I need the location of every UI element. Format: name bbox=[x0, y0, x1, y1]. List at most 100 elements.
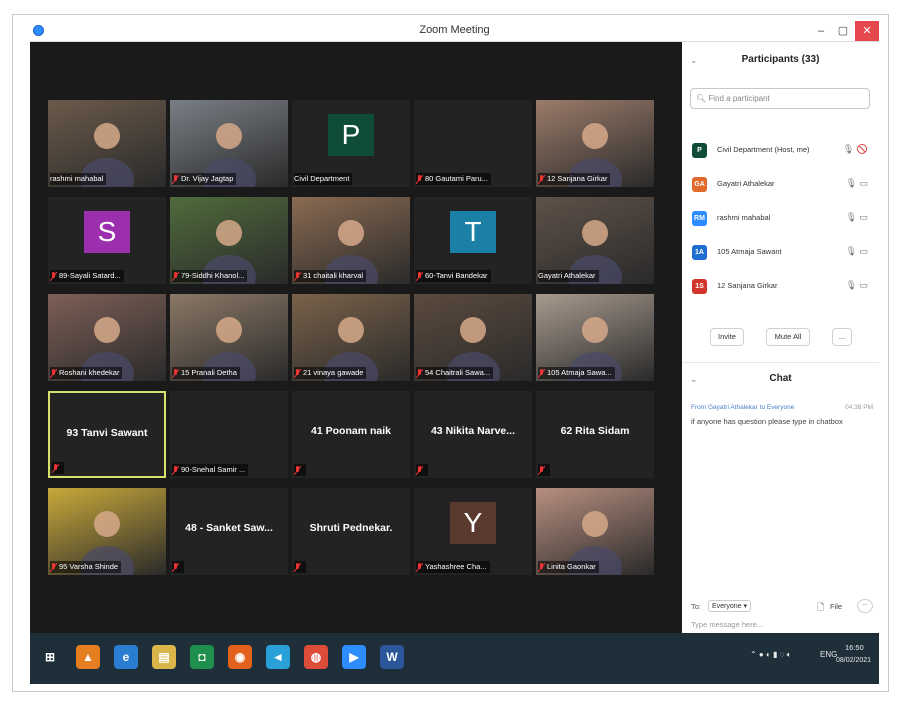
muted-mic-icon bbox=[294, 465, 302, 475]
chat-more-button[interactable]: ... bbox=[857, 599, 873, 613]
participant-name-label: 54 Chaitrali Sawa... bbox=[416, 367, 494, 379]
participant-tile[interactable]: T 60-Tanvi Bandekar bbox=[414, 197, 532, 284]
chat-collapse-chevron-icon[interactable]: ⌄ bbox=[690, 367, 698, 391]
participant-tile[interactable]: 95 Varsha Shinde bbox=[48, 488, 166, 575]
telegram-icon[interactable]: ◄ bbox=[266, 645, 290, 669]
system-tray-icons[interactable]: ⌃ ● ◐ ▮ ◌ 🔈︎ bbox=[750, 650, 791, 660]
language-indicator[interactable]: ENG bbox=[820, 650, 837, 659]
vlc-icon[interactable]: ▲ bbox=[76, 645, 100, 669]
participant-avatar: GA bbox=[692, 177, 707, 192]
file-icon[interactable]: 🗋︎ bbox=[817, 600, 824, 616]
participant-tile[interactable]: 90-Snehal Samir ... bbox=[170, 391, 288, 478]
participant-name: 12 Sanjana Girkar bbox=[717, 281, 778, 290]
participant-tile[interactable]: 21 vinaya gawade bbox=[292, 294, 410, 381]
participants-header: ⌄ Participants (33) bbox=[682, 48, 879, 72]
chrome-icon[interactable]: ◍ bbox=[304, 645, 328, 669]
chat-input[interactable]: Type message here... bbox=[691, 620, 763, 629]
mic-camera-status-icon[interactable]: 🎙 ▭ bbox=[846, 280, 868, 291]
participant-name: Roshani khedekar bbox=[59, 368, 120, 377]
participant-row[interactable]: 1A 105 Atmaja Sawant 🎙 ▭ bbox=[688, 240, 872, 266]
participant-name: Civil Department (Host, me) bbox=[717, 145, 810, 154]
word-icon[interactable]: W bbox=[380, 645, 404, 669]
participant-tile[interactable]: rashmi mahabal bbox=[48, 100, 166, 187]
file-explorer-icon[interactable]: ▤ bbox=[152, 645, 176, 669]
participant-tile[interactable]: 79-Siddhi Khanol... bbox=[170, 197, 288, 284]
mic-camera-status-icon[interactable]: 🎙 🚫 bbox=[843, 144, 868, 155]
mute-all-button[interactable]: Mute All bbox=[766, 328, 810, 346]
participant-display-name: 43 Nikita Narve... bbox=[430, 425, 516, 437]
firefox-icon[interactable]: ◉ bbox=[228, 645, 252, 669]
mic-camera-status-icon[interactable]: 🎙 ▭ bbox=[846, 246, 868, 257]
muted-mic-icon bbox=[538, 368, 546, 378]
muted-mic-icon bbox=[50, 368, 58, 378]
participant-name-label: 89-Sayali Satard... bbox=[50, 270, 124, 282]
participant-tile[interactable]: 105 Atmaja Sawa... bbox=[536, 294, 654, 381]
participant-name-label: Dr. Vijay Jagtap bbox=[172, 173, 237, 185]
muted-mic-icon bbox=[538, 465, 546, 475]
collapse-chevron-icon[interactable]: ⌄ bbox=[690, 48, 698, 72]
muted-mic-icon bbox=[172, 465, 180, 475]
participant-tile[interactable]: 93 Tanvi Sawant bbox=[48, 391, 166, 478]
participant-name-label: 12 Sanjana Girkar bbox=[538, 173, 611, 185]
close-button[interactable]: ✕ bbox=[855, 21, 879, 41]
participant-name-label: 105 Atmaja Sawa... bbox=[538, 367, 615, 379]
participant-search-input[interactable]: 🔍︎ Find a participant bbox=[690, 88, 870, 109]
title-bar: Zoom Meeting – ▢ ✕ bbox=[30, 21, 879, 42]
file-button[interactable]: File bbox=[830, 602, 842, 611]
participant-row[interactable]: GA Gayatri Athalekar 🎙 ▭ bbox=[688, 172, 872, 198]
invite-button[interactable]: Invite bbox=[710, 328, 744, 346]
participant-avatar: P bbox=[692, 143, 707, 158]
participant-avatar: 1S bbox=[692, 279, 707, 294]
participant-tile[interactable]: Linita Gaonkar bbox=[536, 488, 654, 575]
recipient-dropdown[interactable]: Everyone ▾ bbox=[708, 600, 752, 612]
chat-header: ⌄ Chat bbox=[682, 367, 879, 391]
participant-name: Civil Department bbox=[294, 174, 350, 183]
participant-row[interactable]: RM rashmi mahabal 🎙 ▭ bbox=[688, 206, 872, 232]
participant-tile[interactable]: 41 Poonam naik bbox=[292, 391, 410, 478]
participant-tile[interactable]: 62 Rita Sidam bbox=[536, 391, 654, 478]
participant-name: 89-Sayali Satard... bbox=[59, 271, 121, 280]
windows-start-icon[interactable]: ⊞ bbox=[38, 645, 62, 669]
mic-camera-status-icon[interactable]: 🎙 ▭ bbox=[846, 178, 868, 189]
mic-camera-status-icon[interactable]: 🎙 ▭ bbox=[846, 212, 868, 223]
participant-name: rashmi mahabal bbox=[717, 213, 771, 222]
participant-tile[interactable]: 80 Gautami Paru... bbox=[414, 100, 532, 187]
participant-name: 105 Atmaja Sawant bbox=[717, 247, 782, 256]
participant-name: rashmi mahabal bbox=[50, 174, 104, 183]
participant-tile[interactable]: S 89-Sayali Satard... bbox=[48, 197, 166, 284]
participant-tile[interactable]: 12 Sanjana Girkar bbox=[536, 100, 654, 187]
participant-display-name: 93 Tanvi Sawant bbox=[66, 427, 148, 439]
clock-date[interactable]: 08/02/2021 bbox=[836, 657, 871, 664]
participant-tile[interactable]: 43 Nikita Narve... bbox=[414, 391, 532, 478]
participant-name: Gayatri Athalekar bbox=[538, 271, 596, 280]
participant-tile[interactable]: Shruti Pednekar. bbox=[292, 488, 410, 575]
participant-row[interactable]: P Civil Department (Host, me) 🎙 🚫 bbox=[688, 138, 872, 164]
minimize-button[interactable]: – bbox=[810, 21, 832, 41]
participant-display-name: 48 - Sanket Saw... bbox=[185, 522, 273, 534]
muted-mic-icon bbox=[172, 174, 180, 184]
participant-tile[interactable]: Roshani khedekar bbox=[48, 294, 166, 381]
participant-tile[interactable]: 31 chaitali kharval bbox=[292, 197, 410, 284]
participant-row[interactable]: 1S 12 Sanjana Girkar 🎙 ▭ bbox=[688, 274, 872, 300]
search-placeholder: Find a participant bbox=[708, 94, 770, 103]
participant-tile[interactable]: Y Yashashree Cha... bbox=[414, 488, 532, 575]
participant-name: 15 Pranali Detha bbox=[181, 368, 237, 377]
participant-name: Gayatri Athalekar bbox=[717, 179, 775, 188]
classroom-icon[interactable]: ◘ bbox=[190, 645, 214, 669]
participant-tile[interactable]: 54 Chaitrali Sawa... bbox=[414, 294, 532, 381]
participant-tile[interactable]: P Civil Department bbox=[292, 100, 410, 187]
internet-explorer-icon[interactable]: e bbox=[114, 645, 138, 669]
restore-button[interactable]: ▢ bbox=[832, 21, 854, 41]
participant-tile[interactable]: Dr. Vijay Jagtap bbox=[170, 100, 288, 187]
muted-mic-icon bbox=[538, 562, 546, 572]
participants-more-button[interactable]: ... bbox=[832, 328, 852, 346]
participant-name-label bbox=[52, 462, 64, 474]
zoom-icon[interactable]: ▶ bbox=[342, 645, 366, 669]
participant-name: 80 Gautami Paru... bbox=[425, 174, 488, 183]
participant-tile[interactable]: 48 - Sanket Saw... bbox=[170, 488, 288, 575]
participant-name-label: Linita Gaonkar bbox=[538, 561, 599, 573]
clock-time[interactable]: 16:50 bbox=[845, 643, 864, 652]
participant-name: 105 Atmaja Sawa... bbox=[547, 368, 612, 377]
participant-tile[interactable]: Gayatri Athalekar bbox=[536, 197, 654, 284]
participant-tile[interactable]: 15 Pranali Detha bbox=[170, 294, 288, 381]
